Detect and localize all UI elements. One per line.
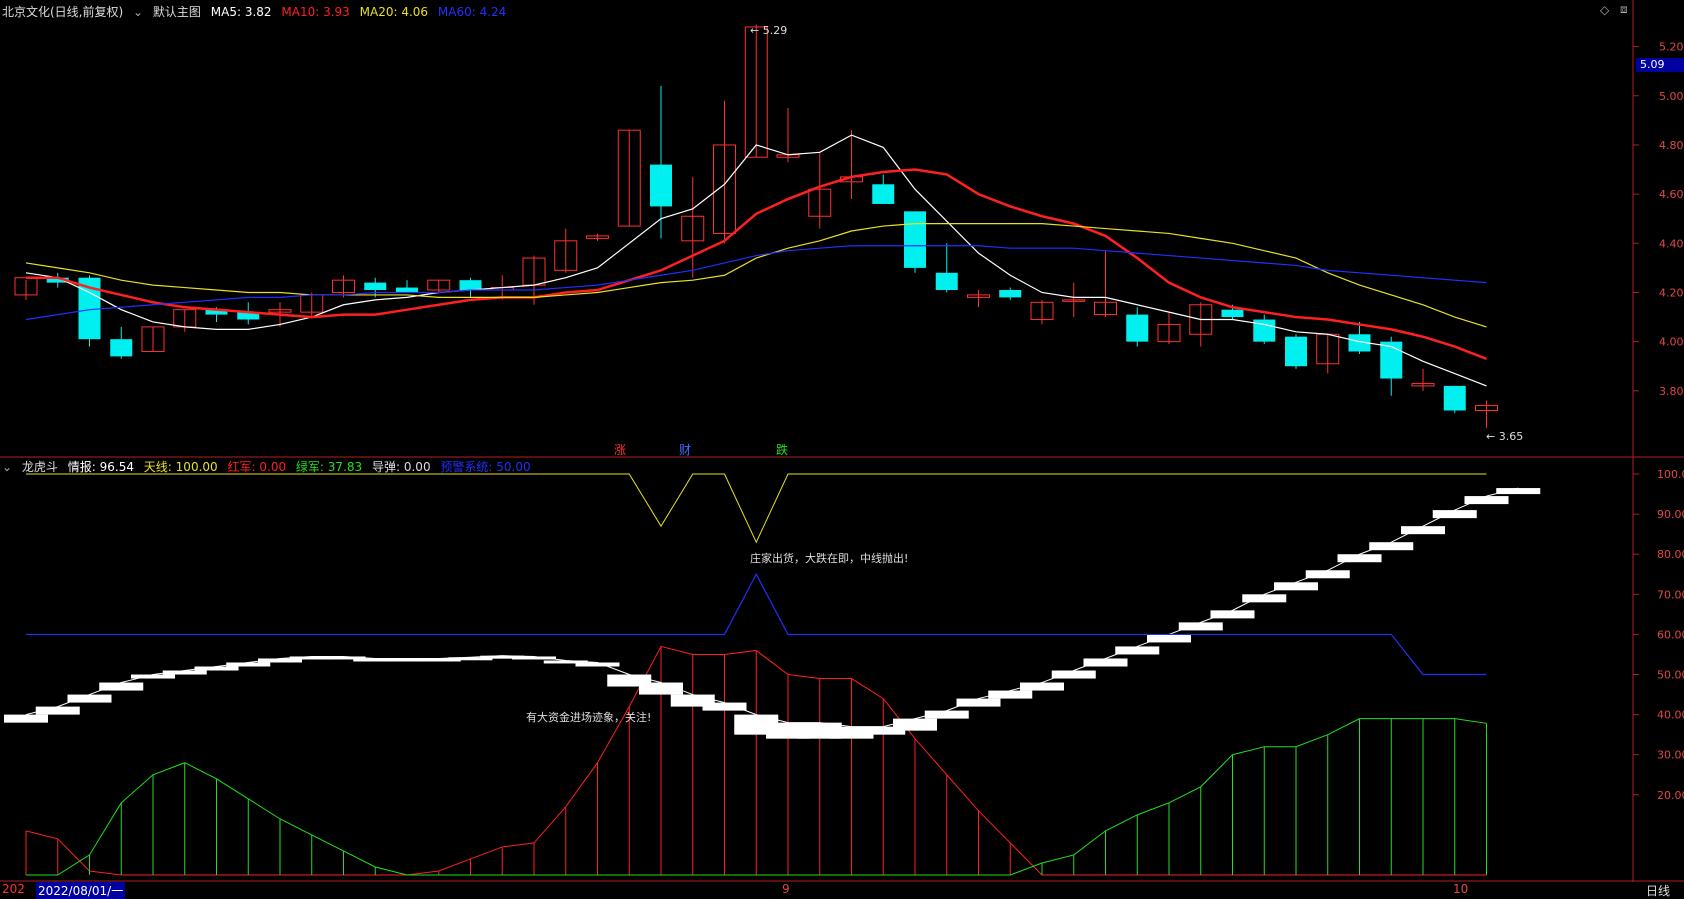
stock-title[interactable]: 北京文化(日线,前复权) [2, 5, 123, 19]
price-tick-label: 4.60 [1659, 188, 1684, 201]
signal-die: 跌 [776, 443, 789, 457]
price-tick-label: 4.00 [1659, 336, 1684, 349]
qingbao-block [893, 718, 937, 731]
candle-body-down [650, 164, 672, 207]
price-tick-label: 4.40 [1659, 237, 1684, 250]
ind-tick-label: 60.00 [1657, 628, 1684, 641]
qingbao-block [1337, 554, 1382, 563]
indicator-header: ⌄ 龙虎斗 情报: 96.54 天线: 100.00 红军: 0.00 绿军: … [2, 458, 537, 475]
month-10-label: 10 [1453, 882, 1469, 896]
chart-canvas: 5.20 5.00 4.80 4.60 4.40 4.20 4.00 3.80 100.0 90.… [0, 0, 1684, 882]
qingbao-line [25, 487, 1519, 728]
candle-body-down [1126, 314, 1149, 342]
tianxian-readout: 天线: 100.00 [143, 460, 218, 474]
qingbao-block [1369, 542, 1414, 551]
price-tick-label: 4.20 [1659, 286, 1684, 299]
candle-body-down [364, 282, 387, 291]
ind-tick-label: 40.00 [1657, 709, 1684, 722]
qingbao-block [1083, 658, 1128, 667]
chevron-down-icon[interactable]: ⌄ [133, 5, 143, 19]
qingbao-block [575, 662, 620, 667]
ind-tick-label: 70.00 [1657, 588, 1684, 601]
main-chart-label[interactable]: 默认主图 [153, 5, 201, 19]
qingbao-block [1051, 670, 1096, 679]
window-toggle-icon[interactable]: ⧈ [1620, 2, 1628, 17]
price-tick-label: 4.80 [1659, 139, 1684, 152]
ma-line-ma5 [25, 134, 1487, 387]
current-price-box: 5.09 [1636, 58, 1684, 72]
qingbao-block [1178, 622, 1223, 631]
candle-body-down [1443, 385, 1466, 411]
candle-body-down [396, 287, 418, 293]
candle-body-down [1285, 336, 1307, 367]
indicator-name[interactable]: 龙虎斗 [22, 460, 58, 474]
qingbao-block [1432, 510, 1477, 519]
daodan-readout: 导弹: 0.00 [371, 460, 431, 474]
low-price-label: ← 3.65 [1486, 430, 1524, 443]
candle-body-down [1221, 309, 1244, 318]
lvjun-readout: 绿军: 37.83 [295, 460, 363, 474]
qingbao-block [956, 698, 1001, 707]
ind-tick-label: 90.00 [1657, 508, 1684, 521]
qingbao-block [1496, 488, 1541, 495]
period-label[interactable]: 日线 [1646, 882, 1670, 899]
qingbao-block [1210, 610, 1255, 619]
qingbao-block [67, 694, 112, 703]
candle-body-down [110, 339, 133, 357]
ma5-readout: MA5: 3.82 [210, 5, 272, 19]
qingbao-block [4, 714, 48, 723]
ind-tick-label: 50.00 [1657, 669, 1684, 682]
qingbao-block [1242, 594, 1287, 603]
qingbao-block [1115, 646, 1160, 655]
candle-body-down [999, 290, 1022, 298]
signal-zhang: 涨 [614, 443, 627, 457]
tianxian-line [26, 473, 1487, 544]
stock-chart-window: 5.20 5.00 4.80 4.60 4.40 4.20 4.00 3.80 100.0 90.… [0, 0, 1684, 899]
hongjun-readout: 红军: 0.00 [227, 460, 287, 474]
candle-body-down [459, 280, 482, 291]
ma20-readout: MA20: 4.06 [359, 5, 429, 19]
yujing-readout: 预警系统: 50.00 [440, 460, 531, 474]
qingbao-block [1274, 582, 1318, 591]
qingbao-block [1147, 634, 1191, 643]
qingbao-readout: 情报: 96.54 [67, 460, 134, 474]
buy-alert-note: 有大资金进场迹象，关注! [526, 711, 652, 724]
qingbao-block [99, 682, 144, 691]
signal-cai: 财 [679, 443, 692, 457]
price-tick-label: 5.00 [1659, 90, 1684, 103]
ind-tick-label: 80.00 [1657, 548, 1684, 561]
price-tick-label: 3.80 [1659, 385, 1684, 398]
candle-body-down [904, 211, 926, 268]
main-chart-header: 北京文化(日线,前复权) ⌄ 默认主图 MA5: 3.82 MA10: 3.93… [2, 3, 512, 20]
qingbao-block [1305, 570, 1350, 579]
ind-tick-label: 100.0 [1657, 468, 1684, 481]
ma-line-ma60 [25, 245, 1487, 321]
ma10-readout: MA10: 3.93 [281, 5, 350, 19]
ind-tick-label: 30.00 [1657, 749, 1684, 762]
high-price-label: ← 5.29 [750, 24, 788, 37]
qingbao-block [702, 702, 747, 711]
ind-tick-label: 20.00 [1657, 789, 1684, 802]
date-cursor-label[interactable]: 2022/08/01/一 [36, 882, 126, 899]
ma60-readout: MA60: 4.24 [437, 5, 507, 19]
qingbao-block [1401, 526, 1445, 535]
chevron-down-icon[interactable]: ⌄ [2, 460, 12, 474]
sell-warning-note: 庄家出货，大跌在即，中线抛出! [750, 552, 909, 565]
candle-body-down [935, 272, 958, 291]
month-9-label: 9 [782, 882, 790, 896]
diamond-icon[interactable]: ◇ [1600, 3, 1609, 17]
date-left-label: 202 [2, 882, 25, 896]
price-tick-label: 5.20 [1659, 41, 1684, 54]
candle-body-down [872, 184, 895, 204]
